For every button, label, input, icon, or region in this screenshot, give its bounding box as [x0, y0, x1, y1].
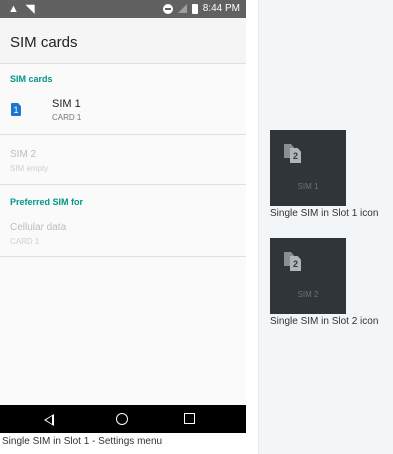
- do-not-disturb-icon: [162, 3, 173, 14]
- sim2-title: SIM 2: [10, 149, 37, 160]
- status-time: 8:44 PM: [202, 3, 240, 14]
- section-header-sim-cards: SIM cards: [10, 74, 53, 84]
- cellular-data-row: [0, 212, 246, 256]
- divider: [0, 256, 246, 257]
- sim1-row[interactable]: [0, 88, 246, 132]
- section-header-preferred: Preferred SIM for: [10, 197, 84, 207]
- sim1-title: SIM 1: [52, 98, 81, 110]
- battery-icon: [191, 3, 198, 14]
- cellular-data-title: Cellular data: [10, 222, 67, 233]
- recents-icon[interactable]: [184, 413, 195, 424]
- screenshot-caption: Single SIM in Slot 1 - Settings menu: [2, 436, 163, 447]
- sim1-subtitle: CARD 1: [52, 113, 82, 122]
- status-left-icons: ▲ ◥: [8, 3, 37, 15]
- cellular-data-subtitle: CARD 1: [10, 237, 40, 246]
- back-icon[interactable]: [44, 414, 54, 426]
- sim-card-front-icon: 2: [290, 256, 301, 271]
- tile-label: SIM 1: [297, 182, 319, 191]
- tile-label: SIM 2: [297, 290, 319, 299]
- page: ▲ ◥ 8:44 PM SIM cards SIM cards 1 SIM 1 …: [0, 0, 393, 454]
- sim1-badge-icon: 1: [11, 103, 21, 116]
- divider: [0, 184, 246, 185]
- home-icon[interactable]: [116, 413, 128, 425]
- sim-slot1-icon-tile: 2 SIM 1: [270, 130, 346, 206]
- sim-card-front-icon: 2: [290, 148, 301, 163]
- sim2-subtitle: SIM empty: [10, 164, 49, 173]
- status-right: 8:44 PM: [162, 3, 240, 14]
- navigation-bar: [0, 405, 246, 433]
- signal-icon: [177, 4, 187, 13]
- icon-panel: [258, 0, 393, 454]
- phone-screenshot: ▲ ◥ 8:44 PM SIM cards SIM cards 1 SIM 1 …: [0, 0, 246, 433]
- icon1-caption: Single SIM in Slot 1 icon: [270, 208, 379, 219]
- page-title: SIM cards: [10, 34, 78, 51]
- app-bar: SIM cards: [0, 18, 246, 64]
- status-bar: ▲ ◥ 8:44 PM: [0, 0, 246, 18]
- icon2-caption: Single SIM in Slot 2 icon: [270, 316, 379, 327]
- sim-slot2-icon-tile: 2 SIM 2: [270, 238, 346, 314]
